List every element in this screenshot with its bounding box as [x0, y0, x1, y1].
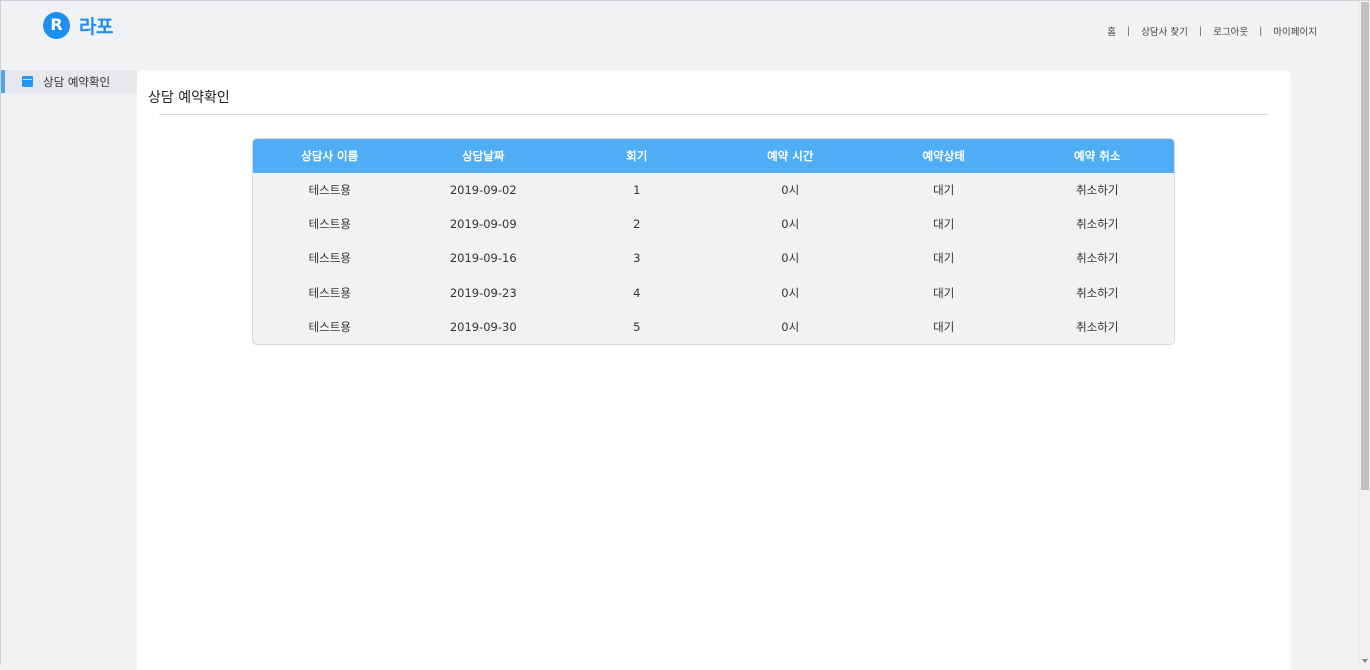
nav-find-counselor-link[interactable]: 상담사 찾기	[1141, 24, 1188, 38]
column-header-session: 회기	[626, 149, 648, 163]
cell-counselor: 테스트용	[308, 285, 351, 300]
column-header-time: 예약 시간	[767, 149, 814, 163]
logo-text: 라포	[79, 15, 113, 38]
cell-counselor: 테스트용	[308, 319, 351, 334]
cell-counselor: 테스트용	[308, 251, 351, 266]
table-row: 테스트용 2019-09-02 1 0시 대기 취소하기	[253, 173, 1174, 207]
logo-mark-letter: R	[50, 15, 63, 34]
nav-separator: |	[1259, 25, 1263, 37]
sidebar-item-reservation-check[interactable]: 상담 예약확인	[1, 70, 137, 93]
logo[interactable]: R 라포	[43, 11, 113, 39]
scrollbar-thumb[interactable]	[1361, 2, 1369, 490]
cancel-reservation-link[interactable]: 취소하기	[1021, 310, 1175, 344]
top-nav: 홈 | 상담사 찾기 | 로그아웃 | 마이페이지	[1107, 24, 1317, 39]
table-header-row: 상담사 이름 상담날짜 회기 예약 시간 예약상태 예약 취소	[253, 139, 1174, 173]
cell-date: 2019-09-16	[449, 251, 517, 266]
cancel-reservation-link[interactable]: 취소하기	[1021, 241, 1175, 275]
sidebar-item-label: 상담 예약확인	[43, 74, 111, 89]
cell-date: 2019-09-30	[449, 319, 517, 334]
cell-time: 0시	[781, 217, 800, 232]
column-header-date: 상담날짜	[462, 149, 505, 163]
cell-date: 2019-09-09	[449, 217, 517, 232]
title-divider	[159, 114, 1268, 115]
cell-time: 0시	[781, 285, 800, 300]
cell-session: 3	[633, 251, 641, 266]
nav-separator: |	[1198, 25, 1203, 37]
cell-status: 대기	[933, 217, 955, 232]
column-header-status: 예약상태	[922, 149, 965, 163]
cell-time: 0시	[781, 183, 800, 198]
cell-session: 1	[633, 183, 641, 198]
nav-home-link[interactable]: 홈	[1107, 24, 1116, 38]
column-header-counselor: 상담사 이름	[301, 149, 359, 163]
cell-status: 대기	[933, 285, 955, 300]
scroll-down-arrow-icon[interactable]	[1362, 659, 1368, 663]
cell-status: 대기	[933, 183, 955, 198]
cell-session: 4	[633, 285, 641, 300]
nav-logout-link[interactable]: 로그아웃	[1213, 24, 1248, 38]
reservation-table-container: 상담사 이름 상담날짜 회기 예약 시간 예약상태 예약 취소 테스트용 201…	[252, 138, 1175, 345]
nav-separator: |	[1126, 25, 1131, 37]
table-row: 테스트용 2019-09-23 4 0시 대기 취소하기	[253, 276, 1174, 310]
cancel-reservation-link[interactable]: 취소하기	[1021, 276, 1175, 310]
nav-mypage-link[interactable]: 마이페이지	[1273, 24, 1317, 38]
table-row: 테스트용 2019-09-30 5 0시 대기 취소하기	[253, 310, 1174, 344]
cell-counselor: 테스트용	[308, 217, 351, 232]
cell-session: 5	[633, 319, 641, 334]
cell-status: 대기	[933, 251, 955, 266]
table-row: 테스트용 2019-09-09 2 0시 대기 취소하기	[253, 207, 1174, 241]
cell-time: 0시	[781, 319, 800, 334]
page-title: 상담 예약확인	[148, 90, 230, 106]
cell-status: 대기	[933, 319, 955, 334]
cell-date: 2019-09-02	[449, 183, 517, 198]
vertical-scrollbar[interactable]	[1358, 1, 1370, 666]
cell-time: 0시	[781, 251, 800, 266]
logo-mark-icon: R	[43, 11, 70, 39]
cell-counselor: 테스트용	[308, 183, 351, 198]
table-row: 테스트용 2019-09-16 3 0시 대기 취소하기	[253, 241, 1174, 275]
cancel-reservation-link[interactable]: 취소하기	[1021, 207, 1175, 241]
cell-date: 2019-09-23	[449, 285, 517, 300]
cancel-reservation-link[interactable]: 취소하기	[1021, 173, 1175, 207]
calendar-icon	[22, 76, 33, 87]
app-window: R 라포 홈 | 상담사 찾기 | 로그아웃 | 마이페이지 상담 예약확인 상…	[0, 0, 1370, 670]
column-header-cancel: 예약 취소	[1074, 149, 1121, 163]
main-panel: 상담 예약확인 상담사 이름 상담날짜 회기 예약 시간 예약상태 예약 취소	[137, 70, 1291, 670]
reservation-table: 상담사 이름 상담날짜 회기 예약 시간 예약상태 예약 취소 테스트용 201…	[253, 139, 1174, 344]
cell-session: 2	[633, 217, 641, 232]
